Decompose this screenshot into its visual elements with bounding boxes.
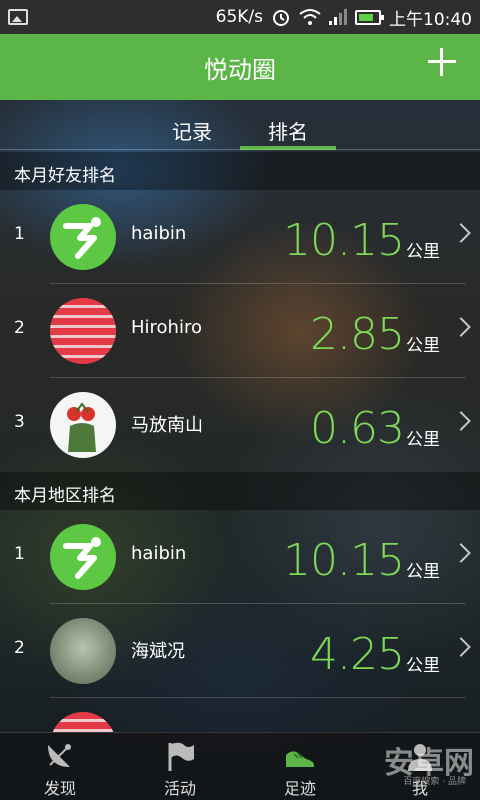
cartoon-avatar-icon <box>67 402 96 452</box>
runner-logo-icon <box>63 217 101 259</box>
app-header: 悦动圈 <box>0 34 480 100</box>
list-item[interactable]: 1 haibin 10.15 公里 <box>0 190 480 284</box>
avatar <box>50 392 116 458</box>
alarm-icon <box>273 10 289 26</box>
runner-logo-icon <box>63 537 101 579</box>
tab-records[interactable]: 记录 <box>172 116 212 145</box>
chevron-right-icon <box>451 637 471 657</box>
distance-value: 0.63 <box>310 403 405 454</box>
clock: 上午10:40 <box>389 9 472 30</box>
avatar <box>50 618 116 684</box>
list-item[interactable]: 3 马放南山 0.63 公里 <box>0 378 480 472</box>
plus-icon[interactable] <box>428 48 456 76</box>
shoe-icon <box>286 751 314 767</box>
tab-bar: 记录 排名 <box>0 100 480 150</box>
nav-label: 足迹 <box>283 779 316 798</box>
user-name: haibin <box>131 223 187 244</box>
section-title-friends: 本月好友排名 <box>0 152 480 190</box>
distance-unit: 公里 <box>406 656 440 676</box>
avatar <box>50 298 116 364</box>
watermark-subtitle: 百度搜索 · 品牌 <box>403 777 466 787</box>
chevron-right-icon <box>451 317 471 337</box>
divider <box>0 149 480 150</box>
flag-icon <box>168 742 194 771</box>
list-item[interactable] <box>0 698 480 732</box>
distance-unit: 公里 <box>406 336 440 356</box>
chevron-right-icon <box>451 223 471 243</box>
nav-label: 发现 <box>43 779 76 798</box>
distance-value: 2.85 <box>310 309 405 360</box>
nav-activity[interactable]: 活动 <box>120 733 240 800</box>
rank-number: 2 <box>14 318 25 338</box>
nav-discover[interactable]: 发现 <box>0 733 120 800</box>
network-speed: 65K/s <box>215 7 263 27</box>
avatar <box>50 524 116 590</box>
chevron-right-icon <box>451 411 471 431</box>
page-title: 悦动圈 <box>204 55 276 84</box>
distance-value: 10.15 <box>283 215 405 266</box>
section-title-region: 本月地区排名 <box>0 472 480 510</box>
list-item[interactable]: 2 海斌况 4.25 公里 <box>0 604 480 698</box>
satellite-dish-icon <box>48 744 71 767</box>
signal-icon <box>329 9 347 25</box>
image-icon <box>8 9 28 25</box>
distance-value: 4.25 <box>310 629 405 680</box>
rank-number: 2 <box>14 638 25 658</box>
distance-unit: 公里 <box>406 562 440 582</box>
chevron-right-icon <box>451 543 471 563</box>
user-name: 海斌况 <box>131 641 185 662</box>
wifi-icon <box>299 9 321 25</box>
user-name: Hirohiro <box>131 317 202 338</box>
distance-unit: 公里 <box>406 242 440 262</box>
avatar <box>50 204 116 270</box>
distance-unit: 公里 <box>406 430 440 450</box>
rank-number: 3 <box>14 412 25 432</box>
rank-number: 1 <box>14 544 25 564</box>
distance-value: 10.15 <box>283 535 405 586</box>
status-bar: 65K/s 上午10:40 <box>0 0 480 34</box>
rank-number: 1 <box>14 224 25 244</box>
user-name: 马放南山 <box>131 415 203 436</box>
avatar <box>50 712 116 732</box>
nav-label: 活动 <box>163 779 196 798</box>
list-item[interactable]: 1 haibin 10.15 公里 <box>0 510 480 604</box>
tab-ranking[interactable]: 排名 <box>268 116 308 145</box>
list-item[interactable]: 2 Hirohiro 2.85 公里 <box>0 284 480 378</box>
user-name: haibin <box>131 543 187 564</box>
nav-footprints[interactable]: 足迹 <box>240 733 360 800</box>
battery-icon <box>355 9 384 25</box>
